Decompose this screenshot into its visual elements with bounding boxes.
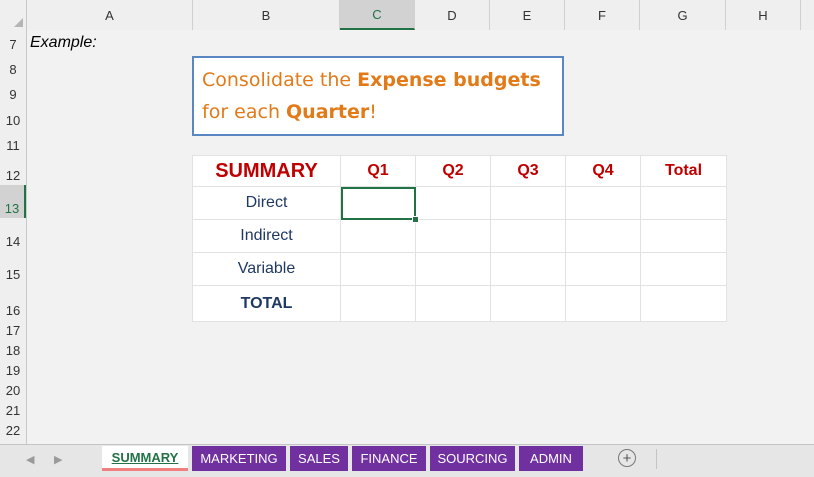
tab-bar-divider [656,449,657,469]
cell[interactable] [415,219,491,253]
column-header-e[interactable]: E [490,0,565,30]
row-label-indirect[interactable]: Indirect [192,219,341,253]
tab-admin[interactable]: ADMIN [519,446,583,471]
row-header-22[interactable]: 22 [0,420,26,440]
note-text-3: ! [369,101,377,123]
summary-title-cell[interactable]: SUMMARY [192,155,341,187]
row-label-variable[interactable]: Variable [192,252,341,286]
cell[interactable] [340,219,416,253]
row-header-12[interactable]: 12 [0,155,26,185]
column-header-c[interactable]: C [340,0,415,30]
note-bold-quarter: Quarter [286,101,370,123]
select-all-triangle [14,18,23,27]
tab-sourcing[interactable]: SOURCING [430,446,515,471]
sheet-tab-bar: ◀ ▶ SUMMARY MARKETING SALES FINANCE SOUR… [0,444,814,477]
cell[interactable] [565,252,641,286]
cell-c13-active[interactable] [340,186,419,223]
cell[interactable] [490,252,566,286]
row-header-7[interactable]: 7 [0,30,26,54]
note-bold-expense: Expense budgets [357,69,541,91]
cell[interactable] [415,186,491,220]
cell[interactable] [490,186,566,220]
note-text-1: Consolidate the [202,69,358,91]
cell[interactable] [490,219,566,253]
cell[interactable] [415,252,491,286]
cell[interactable] [565,219,641,253]
table-row: TOTAL [192,285,727,322]
row-header-14[interactable]: 14 [0,218,26,251]
tab-sales[interactable]: SALES [290,446,348,471]
row-header-17[interactable]: 17 [0,320,26,340]
table-row: Direct [192,186,727,223]
table-row: Variable [192,252,727,286]
cell[interactable] [565,285,641,322]
column-header-b[interactable]: B [193,0,340,30]
instruction-note-box[interactable]: Consolidate the Expense budgets for each… [192,56,564,136]
row-header-19[interactable]: 19 [0,360,26,380]
row-header-8[interactable]: 8 [0,54,26,79]
cell[interactable] [490,285,566,322]
row-header-18[interactable]: 18 [0,340,26,360]
row-header-20[interactable]: 20 [0,380,26,400]
cell[interactable] [640,285,727,322]
header-total[interactable]: Total [640,155,727,187]
summary-table: SUMMARY Q1 Q2 Q3 Q4 Total Direct Indirec… [192,155,727,322]
tab-finance[interactable]: FINANCE [352,446,426,471]
row-header-10[interactable]: 10 [0,104,26,130]
cell[interactable] [640,186,727,220]
column-header-f[interactable]: F [565,0,640,30]
cell[interactable] [640,219,727,253]
cell[interactable] [565,186,641,220]
row-label-total[interactable]: TOTAL [192,285,341,322]
example-label: Example: [30,34,97,51]
row-header-13[interactable]: 13 [0,185,26,218]
previous-sheet-arrow-icon[interactable]: ◀ [26,453,34,466]
cell[interactable] [415,285,491,322]
cell[interactable] [340,252,416,286]
row-header-bar: 7 8 9 10 11 12 13 14 15 16 17 18 19 20 2… [0,30,27,444]
tab-summary[interactable]: SUMMARY [102,446,188,471]
row-header-21[interactable]: 21 [0,400,26,420]
row-header-9[interactable]: 9 [0,79,26,104]
table-row: Indirect [192,219,727,253]
cell[interactable] [340,285,416,322]
column-header-bar: A B C D E F G H [0,0,814,31]
row-header-11[interactable]: 11 [0,130,26,155]
row-label-direct[interactable]: Direct [192,186,341,220]
tab-marketing[interactable]: MARKETING [192,446,286,471]
header-q3[interactable]: Q3 [490,155,566,187]
row-header-16[interactable]: 16 [0,284,26,320]
next-sheet-arrow-icon[interactable]: ▶ [54,453,62,466]
row-header-15[interactable]: 15 [0,251,26,284]
fill-handle[interactable] [412,216,419,223]
header-q4[interactable]: Q4 [565,155,641,187]
column-header-a[interactable]: A [27,0,193,30]
column-header-g[interactable]: G [640,0,726,30]
header-q1[interactable]: Q1 [340,155,416,187]
column-header-h[interactable]: H [726,0,801,30]
cell[interactable] [640,252,727,286]
header-q2[interactable]: Q2 [415,155,491,187]
note-text-2: for each [202,101,287,123]
column-header-d[interactable]: D [415,0,490,30]
add-sheet-icon[interactable]: + [618,449,636,467]
table-header-row: SUMMARY Q1 Q2 Q3 Q4 Total [192,155,727,187]
select-all-corner[interactable] [0,0,27,30]
